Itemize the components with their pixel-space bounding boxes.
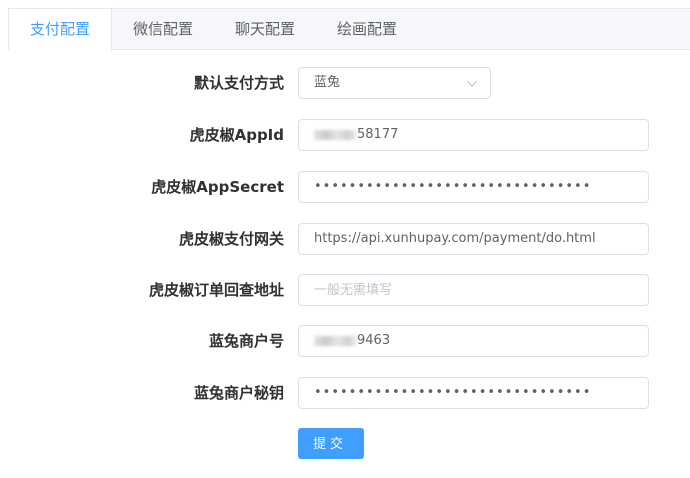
tab-wechat-config[interactable]: 微信配置 — [112, 9, 214, 50]
form-row-hupijiao-gateway: 虎皮椒支付网关 https://api.xunhupay.com/payment… — [0, 223, 690, 255]
form-row-hupijiao-appid: 虎皮椒AppId 58177 — [0, 119, 690, 151]
tab-bar: 支付配置 微信配置 聊天配置 绘画配置 — [8, 8, 690, 51]
default-method-select[interactable]: 蓝兔 — [298, 67, 491, 99]
lantu-secret-value: •••••••••••••••••••••••••••••••• — [314, 385, 592, 400]
hupijiao-gateway-input[interactable]: https://api.xunhupay.com/payment/do.html — [298, 223, 649, 255]
hupijiao-query-input[interactable] — [298, 274, 649, 306]
redacted-mask — [314, 129, 356, 140]
hupijiao-gateway-label: 虎皮椒支付网关 — [178, 230, 284, 248]
form-row-hupijiao-secret: 虎皮椒AppSecret •••••••••••••••••••••••••••… — [0, 171, 690, 203]
lantu-merchant-value: 9463 — [357, 333, 391, 348]
payment-config-page: 支付配置 微信配置 聊天配置 绘画配置 默认支付方式 蓝兔 虎皮椒AppId 5… — [0, 0, 690, 478]
default-method-label: 默认支付方式 — [193, 74, 284, 92]
hupijiao-secret-label: 虎皮椒AppSecret — [151, 178, 284, 196]
hupijiao-query-label: 虎皮椒订单回查地址 — [148, 281, 284, 299]
hupijiao-appid-input[interactable]: 58177 — [298, 119, 649, 151]
form-row-lantu-secret: 蓝兔商户秘钥 •••••••••••••••••••••••••••••••• — [0, 377, 690, 409]
tab-chat-config[interactable]: 聊天配置 — [214, 9, 316, 50]
submit-button[interactable]: 提交 — [298, 428, 364, 459]
redacted-mask — [314, 335, 356, 346]
form-row-lantu-merchant: 蓝兔商户号 9463 — [0, 325, 690, 357]
hupijiao-secret-input[interactable]: •••••••••••••••••••••••••••••••• — [298, 171, 649, 203]
tab-drawing-config[interactable]: 绘画配置 — [316, 9, 418, 50]
lantu-merchant-input[interactable]: 9463 — [298, 325, 649, 357]
default-method-value: 蓝兔 — [314, 75, 341, 90]
hupijiao-appid-label: 虎皮椒AppId — [189, 126, 284, 144]
lantu-secret-label: 蓝兔商户秘钥 — [193, 384, 284, 402]
hupijiao-secret-value: •••••••••••••••••••••••••••••••• — [314, 179, 592, 194]
form-row-hupijiao-query: 虎皮椒订单回查地址 — [0, 274, 690, 306]
lantu-merchant-label: 蓝兔商户号 — [208, 332, 284, 350]
form-row-default-method: 默认支付方式 蓝兔 — [0, 67, 690, 99]
hupijiao-appid-value: 58177 — [357, 127, 399, 142]
chevron-down-icon — [466, 80, 478, 87]
lantu-secret-input[interactable]: •••••••••••••••••••••••••••••••• — [298, 377, 649, 409]
hupijiao-gateway-value: https://api.xunhupay.com/payment/do.html — [314, 231, 596, 246]
tab-payment-config[interactable]: 支付配置 — [9, 9, 113, 51]
